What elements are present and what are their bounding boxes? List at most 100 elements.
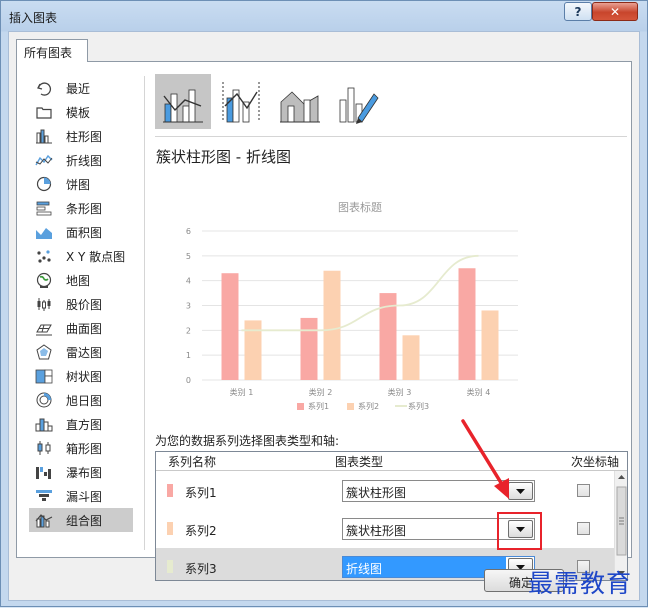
category-stock-chart[interactable]: 股价图 — [29, 292, 133, 316]
chart-category-list: 最近模板柱形图折线图饼图条形图面积图 X Y 散点图地图 股价图 曲面图 雷达图树状图旭… — [29, 76, 133, 532]
y-tick-label: 1 — [186, 351, 191, 360]
category-label: 面积图 — [66, 225, 103, 240]
title-bar[interactable]: 插入图表 ? ✕ — [1, 1, 647, 31]
y-tick-label: 0 — [186, 376, 191, 385]
chart-title: 图表标题 — [338, 200, 382, 214]
secondary-axis-checkbox[interactable] — [577, 484, 590, 497]
legend-marker — [347, 403, 354, 410]
chart-preview: 图表标题 0 1 2 3 4 5 6 类别 1 类别 2 类别 3 类别 4 系列1 系列2 系列3 — [186, 200, 518, 411]
line-chart-icon — [35, 152, 53, 168]
watermark: 最需教育 — [528, 569, 633, 598]
pie-chart-icon — [35, 176, 53, 192]
category-label: 柱形图 — [66, 129, 103, 144]
category-column-chart[interactable]: 柱形图 — [29, 124, 133, 148]
funnel-chart-icon — [35, 488, 53, 504]
legend-marker — [297, 403, 304, 410]
x-tick-label: 类别 4 — [467, 387, 491, 397]
category-combo-chart[interactable]: 组合图 — [29, 508, 133, 532]
category-sunburst-chart[interactable]: 旭日图 — [29, 388, 133, 412]
category-surface-chart[interactable]: 曲面图 — [29, 316, 133, 340]
category-bar-chart[interactable]: 条形图 — [29, 196, 133, 220]
category-line-chart[interactable]: 折线图 — [29, 148, 133, 172]
category-label: 组合图 — [66, 513, 103, 528]
x-tick-label: 类别 2 — [309, 387, 333, 397]
clustered-column-line-icon — [163, 89, 203, 122]
tab-all-charts[interactable]: 所有图表 — [16, 39, 88, 62]
bar-系列1-1 — [221, 273, 239, 380]
custom-combination-icon — [339, 87, 379, 124]
series-prompt: 为您的数据系列选择图表类型和轴: — [155, 434, 340, 448]
category-label: 旭日图 — [66, 393, 103, 408]
subtype-clustered-column-line[interactable] — [155, 74, 211, 129]
category-label: 模板 — [66, 105, 91, 120]
stacked-area-clustered-column-icon — [280, 90, 320, 122]
radar-chart-icon — [35, 344, 53, 360]
histogram-chart-icon — [35, 416, 53, 432]
chevron-down-icon — [516, 488, 525, 494]
category-label: 饼图 — [66, 177, 91, 192]
category-folder[interactable]: 模板 — [29, 100, 133, 124]
scroll-up-icon — [618, 475, 625, 479]
y-tick-label: 4 — [186, 277, 191, 286]
category-treemap-chart[interactable]: 树状图 — [29, 364, 133, 388]
category-area-chart[interactable]: 面积图 — [29, 220, 133, 244]
chart-type-heading: 簇状柱形图 - 折线图 — [156, 148, 291, 166]
bar-系列2-3 — [402, 335, 420, 380]
category-label: 直方图 — [66, 417, 103, 432]
legend-系列3: 系列3 — [408, 401, 429, 411]
area-chart-icon — [35, 224, 53, 240]
bar-系列2-1 — [244, 320, 262, 380]
category-box-whisker-chart[interactable]: 箱形图 — [29, 436, 133, 460]
combo-chart-icon — [35, 512, 53, 528]
stock-chart-icon — [35, 296, 53, 312]
category-histogram-chart[interactable]: 直方图 — [29, 412, 133, 436]
chart-type-value: 簇状柱形图 — [346, 486, 407, 500]
surface-chart-icon — [35, 320, 53, 336]
category-funnel-chart[interactable]: 漏斗图 — [29, 484, 133, 508]
undo-icon — [35, 80, 53, 96]
y-tick-label: 3 — [186, 302, 191, 311]
treemap-chart-icon — [35, 368, 53, 384]
category-map-chart[interactable]: 地图 — [29, 268, 133, 292]
col-series-name: 系列名称 — [168, 455, 217, 469]
folder-icon — [35, 104, 53, 120]
y-tick-label: 2 — [186, 326, 191, 335]
category-undo[interactable]: 最近 — [29, 76, 133, 100]
secondary-axis-checkbox[interactable] — [577, 522, 590, 535]
box-whisker-chart-icon — [35, 440, 53, 456]
category-scatter-chart[interactable]: X Y 散点图 — [29, 244, 133, 268]
series-color-swatch — [167, 484, 173, 497]
table-row[interactable]: 系列1 簇状柱形图 — [156, 472, 614, 510]
category-label: X Y 散点图 — [66, 249, 126, 264]
close-button[interactable]: ✕ — [592, 2, 638, 21]
table-row[interactable]: 系列2 簇状柱形图 — [156, 510, 614, 548]
divider — [155, 136, 627, 137]
subtype-custom-combination[interactable] — [330, 74, 386, 129]
series-name: 系列1 — [185, 486, 217, 500]
x-tick-label: 类别 3 — [388, 387, 412, 397]
series-table: 系列名称 图表类型 次坐标轴 系列1 簇状柱形图 系列2 簇状柱形图 系列3 折线图 — [155, 451, 628, 581]
dialog-title: 插入图表 — [9, 11, 58, 25]
chart-type-select[interactable]: 簇状柱形图 — [342, 480, 535, 502]
bar-系列2-4 — [481, 310, 499, 380]
dropdown-button[interactable] — [508, 482, 533, 500]
category-label: 树状图 — [66, 369, 103, 384]
x-tick-label: 类别 1 — [230, 387, 254, 397]
line-系列3 — [241, 254, 479, 332]
subtype-clustered-column-line-secondary-axis[interactable] — [213, 74, 269, 129]
subtype-stacked-area-clustered-column[interactable] — [272, 74, 328, 129]
divider — [144, 76, 145, 550]
series-name: 系列2 — [185, 524, 217, 538]
category-label: 条形图 — [66, 201, 103, 216]
category-waterfall-chart[interactable]: 瀑布图 — [29, 460, 133, 484]
help-button[interactable]: ? — [564, 2, 592, 21]
map-chart-icon — [35, 272, 53, 288]
bar-系列2-2 — [323, 270, 341, 380]
category-radar-chart[interactable]: 雷达图 — [29, 340, 133, 364]
dialog-body: 所有图表 最近模板柱形图折线图饼图条形图面积图 X Y 散点图地图 股价图 曲面图 雷达… — [8, 31, 640, 601]
y-tick-label: 5 — [186, 252, 191, 261]
legend-系列1: 系列1 — [308, 401, 329, 411]
sunburst-chart-icon — [35, 392, 53, 408]
category-pie-chart[interactable]: 饼图 — [29, 172, 133, 196]
highlight-box — [497, 512, 542, 550]
